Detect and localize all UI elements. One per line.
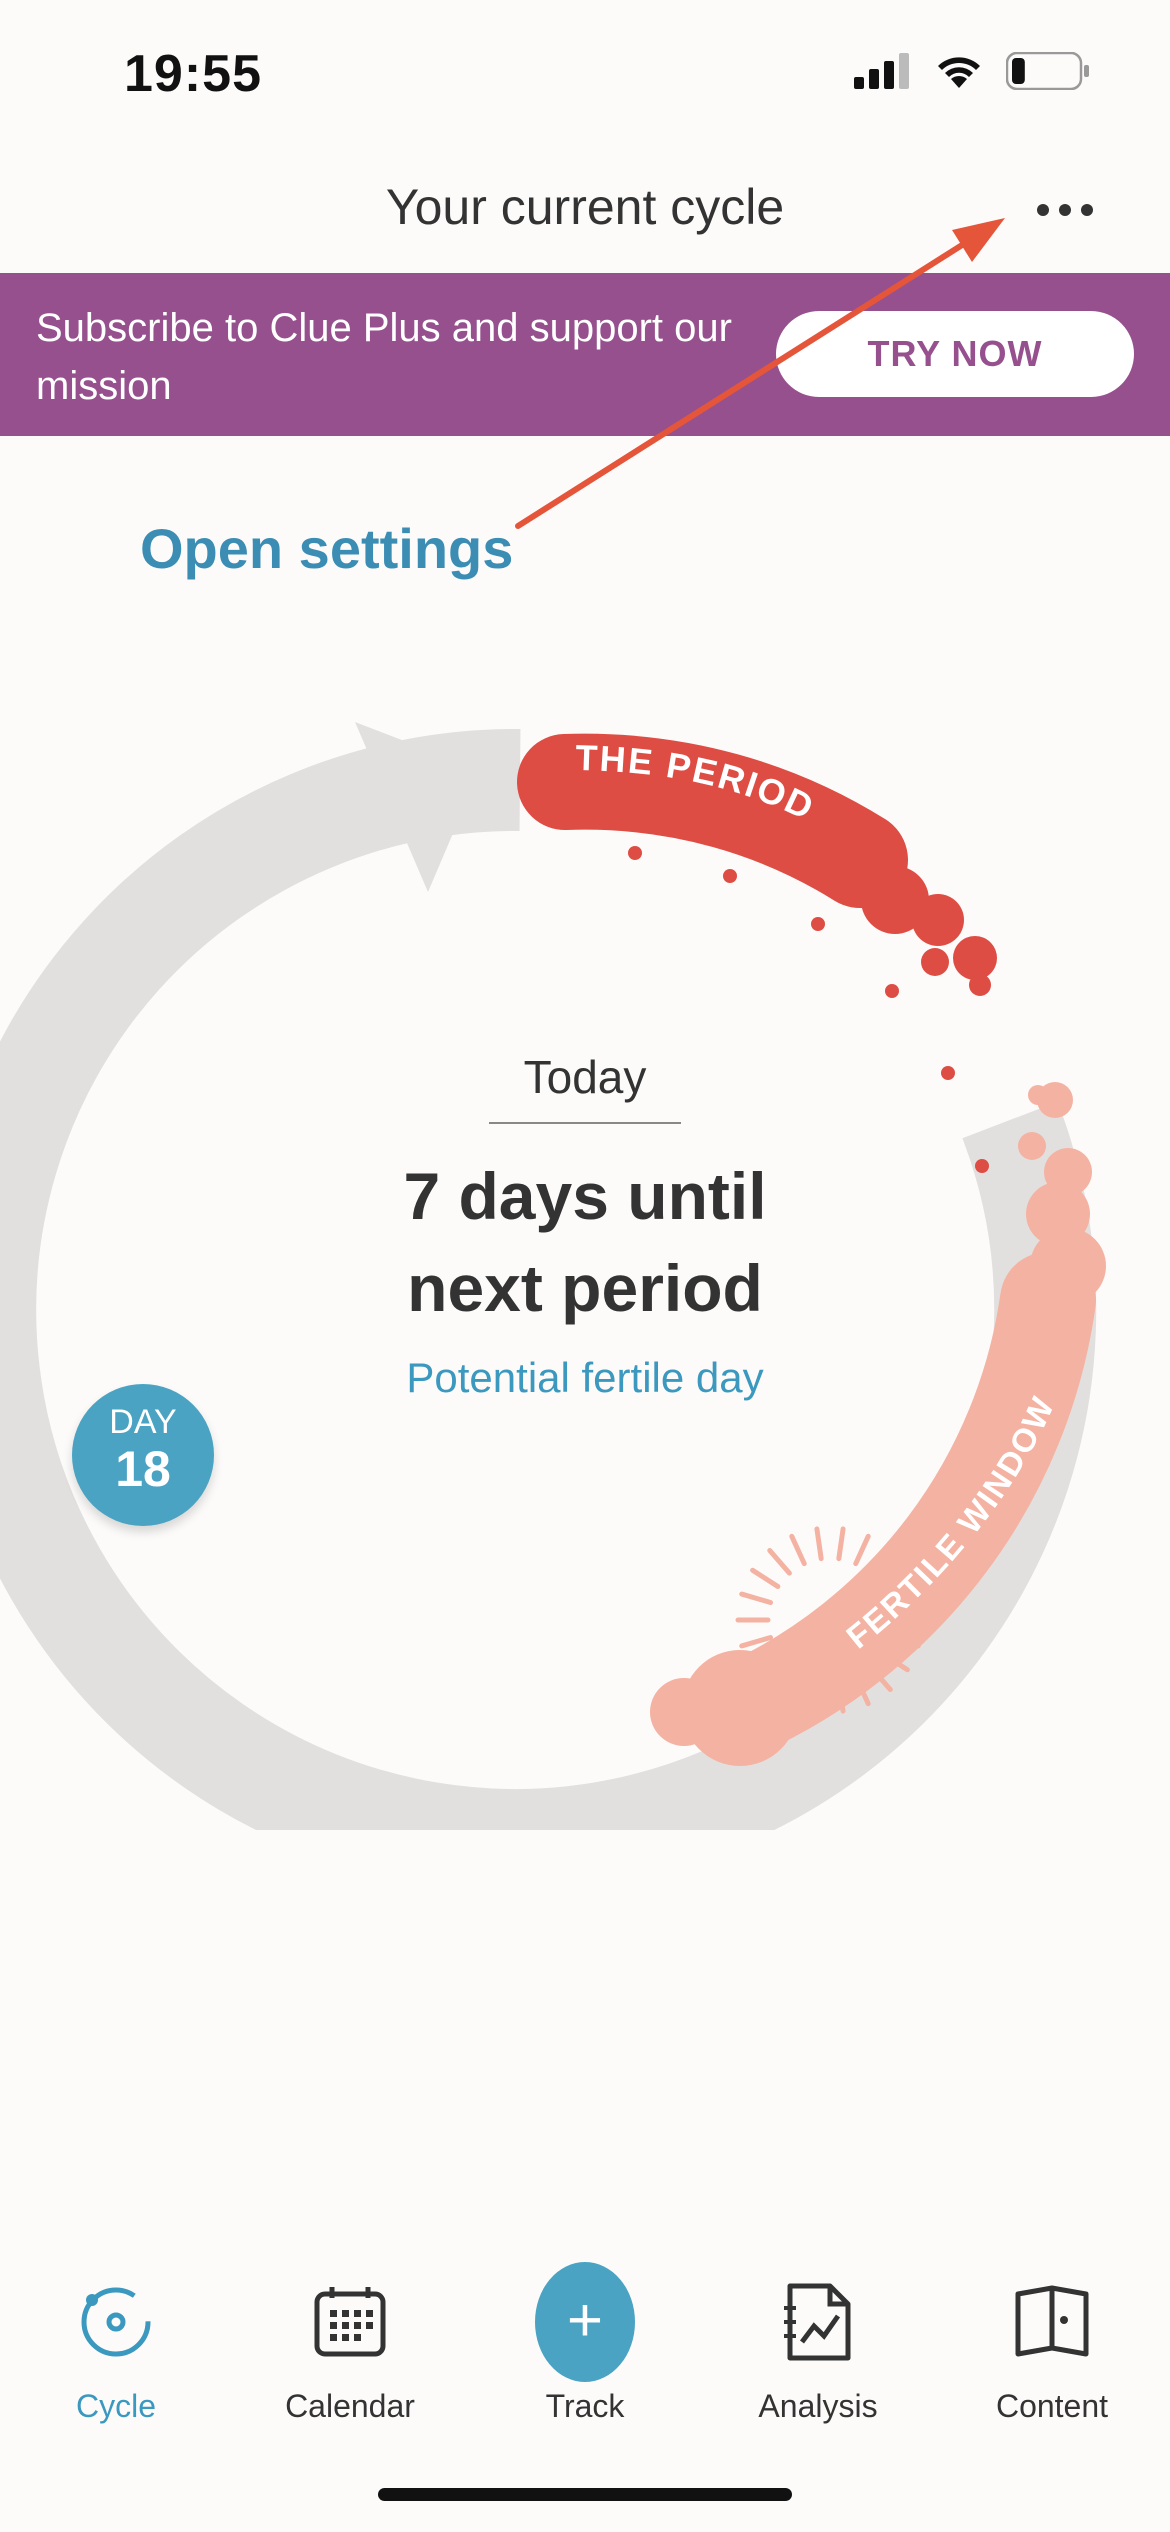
tab-cycle[interactable]: Cycle <box>16 2240 216 2440</box>
ovulation-ray <box>814 1526 824 1562</box>
period-dot <box>941 1066 955 1080</box>
period-blob <box>969 974 991 996</box>
tab-label: Track <box>545 2388 625 2424</box>
period-blob <box>921 948 949 976</box>
period-blob <box>912 894 964 946</box>
period-dot <box>885 984 899 998</box>
ovulation-ray <box>739 1591 774 1606</box>
tab-label: Analysis <box>758 2388 878 2424</box>
fertile-blob <box>1018 1132 1046 1160</box>
tab-calendar[interactable]: Calendar <box>250 2240 450 2440</box>
current-day-badge[interactable]: DAY 18 <box>72 1384 214 1526</box>
tab-content[interactable]: Content <box>952 2240 1152 2440</box>
fertile-blob <box>1028 1085 1048 1105</box>
countdown-line-1: 7 days until <box>403 1159 767 1233</box>
tab-label: Cycle <box>75 2388 156 2424</box>
annotation-arrow <box>515 218 1005 529</box>
countdown-line-2: next period <box>407 1251 763 1325</box>
tab-label: Calendar <box>285 2388 415 2424</box>
period-dot <box>975 1159 989 1173</box>
day-badge-number: 18 <box>115 1441 171 1497</box>
period-dot <box>628 846 642 860</box>
tab-label: Content <box>995 2388 1109 2424</box>
period-blob <box>953 936 997 980</box>
day-badge-label: DAY <box>109 1403 177 1441</box>
tab-bar: Cycle Calendar + Track Analysis Content <box>0 2240 1170 2440</box>
fertile-blob <box>1030 1228 1106 1304</box>
ovulation-ray <box>836 1526 846 1562</box>
ovulation-ray <box>789 1533 807 1567</box>
fertility-note: Potential fertile day <box>406 1354 764 1401</box>
fertile-blob <box>650 1678 718 1746</box>
calendar-icon <box>314 2287 386 2357</box>
analysis-icon <box>784 2283 851 2361</box>
period-dot <box>811 917 825 931</box>
cycle-summary: Today 7 days until next period Potential… <box>335 1050 835 1402</box>
home-indicator <box>378 2488 792 2501</box>
today-label: Today <box>523 1051 647 1103</box>
book-icon <box>1015 2285 1089 2357</box>
period-dot <box>723 869 737 883</box>
divider <box>489 1122 681 1124</box>
tab-analysis[interactable]: Analysis <box>718 2240 918 2440</box>
annotation-label: Open settings <box>140 517 514 580</box>
ovulation-ray <box>767 1547 792 1576</box>
tab-track[interactable]: + Track <box>485 2240 685 2440</box>
ovulation-ray <box>750 1567 781 1589</box>
plus-icon: + <box>535 2262 635 2382</box>
cycle-icon <box>81 2287 151 2357</box>
ovulation-ray <box>853 1533 871 1567</box>
